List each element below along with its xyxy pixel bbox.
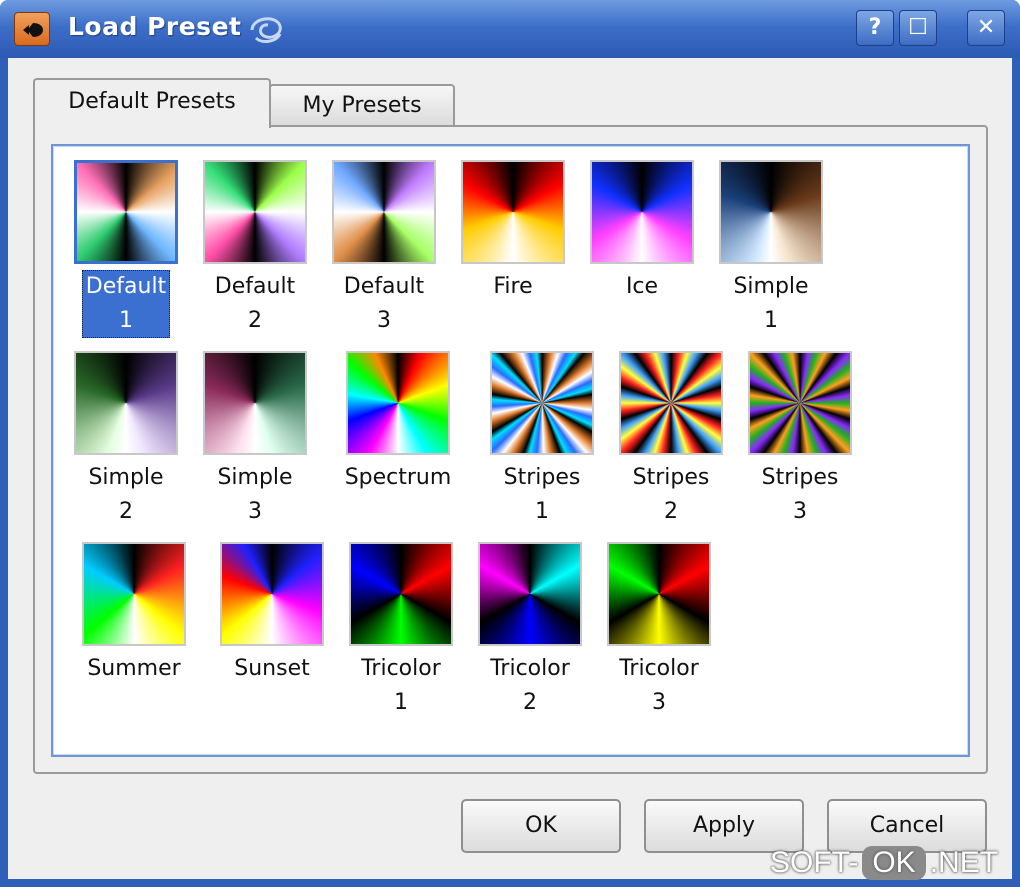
preset-item[interactable]: Default 2: [190, 160, 320, 338]
preset-list[interactable]: Default 1 Default 2 Default 3 Fire Ice Simple…: [51, 144, 970, 757]
preset-label: Default 1: [81, 270, 171, 338]
preset-label: Stripes 1: [503, 465, 581, 524]
preset-item[interactable]: Ice: [577, 160, 707, 304]
preset-item[interactable]: Stripes 2: [606, 351, 736, 529]
preset-thumbnail: [748, 351, 852, 455]
preset-thumbnail: [490, 351, 594, 455]
preset-label: Simple 2: [88, 465, 164, 524]
help-button[interactable]: ?: [856, 10, 894, 46]
preset-thumbnail: [74, 160, 178, 264]
preset-thumbnail: [332, 160, 436, 264]
load-preset-window: Load Preset ? ☐ ✕ Default Presets My Pre…: [0, 0, 1020, 887]
ok-button[interactable]: OK: [461, 799, 621, 853]
preset-thumbnail: [82, 542, 186, 646]
preset-thumbnail: [203, 160, 307, 264]
preset-label: Stripes 2: [632, 465, 710, 524]
preset-item[interactable]: Sunset: [207, 542, 337, 686]
preset-item[interactable]: Summer: [69, 542, 199, 686]
preset-thumbnail: [220, 542, 324, 646]
preset-item[interactable]: Simple 3: [190, 351, 320, 529]
preset-label: Summer: [87, 656, 181, 681]
preset-label: Simple 3: [217, 465, 293, 524]
title-bar[interactable]: Load Preset ? ☐ ✕: [0, 0, 1020, 58]
preset-item[interactable]: Default 1: [61, 160, 191, 338]
app-icon[interactable]: [14, 12, 50, 46]
preset-item[interactable]: Spectrum: [333, 351, 463, 495]
close-button[interactable]: ✕: [967, 10, 1005, 46]
preset-thumbnail: [619, 351, 723, 455]
preset-thumbnail: [203, 351, 307, 455]
preset-label: Simple 1: [733, 274, 809, 333]
preset-label: Tricolor 1: [361, 656, 441, 715]
close-icon: ✕: [976, 15, 996, 40]
preset-label: Tricolor 3: [619, 656, 699, 715]
maximize-icon: ☐: [908, 15, 928, 40]
watermark: SOFT- OK .NET: [770, 842, 998, 884]
window-title: Load Preset: [68, 12, 242, 41]
swirl-icon: [250, 17, 282, 43]
dialog-body: Default Presets My Presets Default 1 Defa…: [8, 58, 1012, 879]
preset-thumbnail: [346, 351, 450, 455]
watermark-badge: OK: [862, 846, 926, 880]
help-icon: ?: [868, 15, 882, 40]
preset-item[interactable]: Tricolor 3: [594, 542, 724, 720]
preset-thumbnail: [349, 542, 453, 646]
preset-thumbnail: [590, 160, 694, 264]
preset-label: Sunset: [234, 656, 310, 681]
preset-label: Default 2: [214, 274, 296, 333]
watermark-text-right: .NET: [929, 846, 999, 879]
preset-thumbnail: [719, 160, 823, 264]
preset-item[interactable]: Default 3: [319, 160, 449, 338]
preset-label: Ice: [625, 274, 659, 299]
preset-item[interactable]: Simple 1: [706, 160, 836, 338]
watermark-text-left: SOFT-: [770, 846, 859, 879]
preset-thumbnail: [478, 542, 582, 646]
maximize-button[interactable]: ☐: [899, 10, 937, 46]
preset-label: Default 3: [343, 274, 425, 333]
tab-default-presets[interactable]: Default Presets: [33, 78, 271, 128]
preset-item[interactable]: Tricolor 1: [336, 542, 466, 720]
tab-my-presets[interactable]: My Presets: [269, 84, 455, 127]
preset-label: Tricolor 2: [490, 656, 570, 715]
preset-thumbnail: [607, 542, 711, 646]
preset-item[interactable]: Stripes 1: [477, 351, 607, 529]
preset-item[interactable]: Simple 2: [61, 351, 191, 529]
preset-label: Fire: [493, 274, 533, 299]
preset-item[interactable]: Tricolor 2: [465, 542, 595, 720]
preset-item[interactable]: Stripes 3: [735, 351, 865, 529]
preset-item[interactable]: Fire: [448, 160, 578, 304]
preset-thumbnail: [461, 160, 565, 264]
preset-label: Spectrum: [344, 465, 452, 490]
preset-label: Stripes 3: [761, 465, 839, 524]
preset-thumbnail: [74, 351, 178, 455]
